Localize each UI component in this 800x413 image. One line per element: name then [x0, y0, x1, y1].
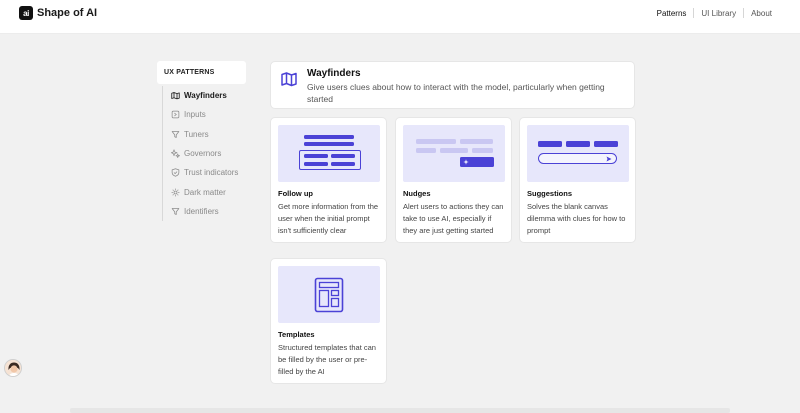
- sidebar-item-trust-indicators[interactable]: Trust indicators: [163, 163, 246, 182]
- map-icon: [281, 72, 297, 87]
- illustration-prompt-field: [538, 153, 617, 164]
- brand-name: Shape of AI: [37, 7, 98, 19]
- funnel-icon: [171, 130, 180, 138]
- pattern-description: Alert users to actions they can take to …: [403, 202, 504, 235]
- funnel-icon: [171, 208, 180, 215]
- nav-link-patterns[interactable]: Patterns: [657, 9, 687, 18]
- pattern-card-suggestions[interactable]: Suggestions Solves the blank canvas dile…: [519, 117, 636, 243]
- sidebar-item-identifiers[interactable]: Identifiers: [163, 202, 246, 221]
- suggestions-illustration: [527, 125, 629, 182]
- illustration-line: [460, 139, 493, 144]
- illustration-line: [304, 162, 328, 166]
- sparkle-icon: [171, 149, 180, 158]
- illustration-line: [440, 148, 468, 153]
- illustration-line: [416, 139, 456, 144]
- nav-divider: [693, 8, 695, 18]
- page-bottom-edge: [70, 408, 730, 413]
- pattern-description: Get more information from the user when …: [278, 202, 379, 235]
- gear-icon: [171, 188, 180, 197]
- map-icon: [171, 92, 180, 100]
- pattern-title: Templates: [278, 330, 315, 339]
- sidebar-item-label: Tuners: [184, 129, 209, 139]
- sidebar-item-label: Wayfinders: [184, 91, 227, 101]
- follow-up-illustration: [278, 125, 380, 182]
- top-navigation-bar: ai Shape of AI Patterns UI Library About: [0, 0, 800, 34]
- sidebar-menu: Wayfinders Inputs Tuners Governors Trust…: [162, 86, 246, 222]
- pattern-title: Follow up: [278, 189, 313, 198]
- sidebar-heading: UX PATTERNS: [157, 61, 246, 84]
- illustration-frame: [299, 150, 361, 170]
- sparkle-icon: [463, 159, 469, 165]
- nudge-button: [460, 157, 494, 167]
- person-avatar-icon: [5, 360, 21, 376]
- illustration-line: [331, 162, 355, 166]
- sidebar-item-governors[interactable]: Governors: [163, 144, 246, 163]
- logo-mark-icon: ai: [19, 6, 33, 20]
- category-description: Give users clues about how to interact w…: [307, 82, 605, 104]
- sidebar-item-tuners[interactable]: Tuners: [163, 125, 246, 144]
- templates-illustration: [278, 266, 380, 323]
- nav-divider: [743, 8, 745, 18]
- brand-logo[interactable]: ai Shape of AI: [19, 6, 97, 20]
- sidebar-item-wayfinders[interactable]: Wayfinders: [163, 86, 246, 105]
- shield-icon: [171, 168, 180, 177]
- main-nav: Patterns UI Library About: [657, 8, 772, 18]
- pattern-card-templates[interactable]: Templates Structured templates that can …: [270, 258, 387, 384]
- nav-link-ui-library[interactable]: UI Library: [701, 9, 736, 18]
- pattern-title: Suggestions: [527, 189, 573, 198]
- illustration-line: [304, 154, 328, 158]
- input-icon: [171, 111, 180, 119]
- sidebar-item-label: Governors: [184, 149, 222, 159]
- pattern-card-follow-up[interactable]: Follow up Get more information from the …: [270, 117, 387, 243]
- illustration-line: [304, 142, 354, 146]
- send-icon: [606, 156, 612, 162]
- illustration-line: [304, 135, 354, 139]
- pattern-title: Nudges: [403, 189, 431, 198]
- category-title: Wayfinders: [307, 68, 361, 79]
- sidebar-item-label: Trust indicators: [184, 168, 239, 178]
- nudges-illustration: [403, 125, 505, 182]
- sidebar-item-label: Inputs: [184, 110, 206, 120]
- sidebar-item-dark-matter[interactable]: Dark matter: [163, 182, 246, 201]
- illustration-line: [331, 154, 355, 158]
- illustration-line: [472, 148, 493, 153]
- illustration-line: [416, 148, 436, 153]
- pattern-description: Structured templates that can be filled …: [278, 343, 376, 376]
- sidebar-item-label: Dark matter: [184, 187, 226, 197]
- sidebar-item-inputs[interactable]: Inputs: [163, 105, 246, 124]
- template-document-icon: [314, 277, 344, 313]
- illustration-chip: [594, 141, 618, 147]
- sidebar-item-label: Identifiers: [184, 206, 219, 216]
- illustration-chip: [566, 141, 590, 147]
- illustration-chip: [538, 141, 562, 147]
- pattern-card-nudges[interactable]: Nudges Alert users to actions they can t…: [395, 117, 512, 243]
- category-header-card: Wayfinders Give users clues about how to…: [270, 61, 635, 109]
- pattern-description: Solves the blank canvas dilemma with clu…: [527, 202, 626, 235]
- user-avatar[interactable]: [4, 359, 22, 377]
- nav-link-about[interactable]: About: [751, 9, 772, 18]
